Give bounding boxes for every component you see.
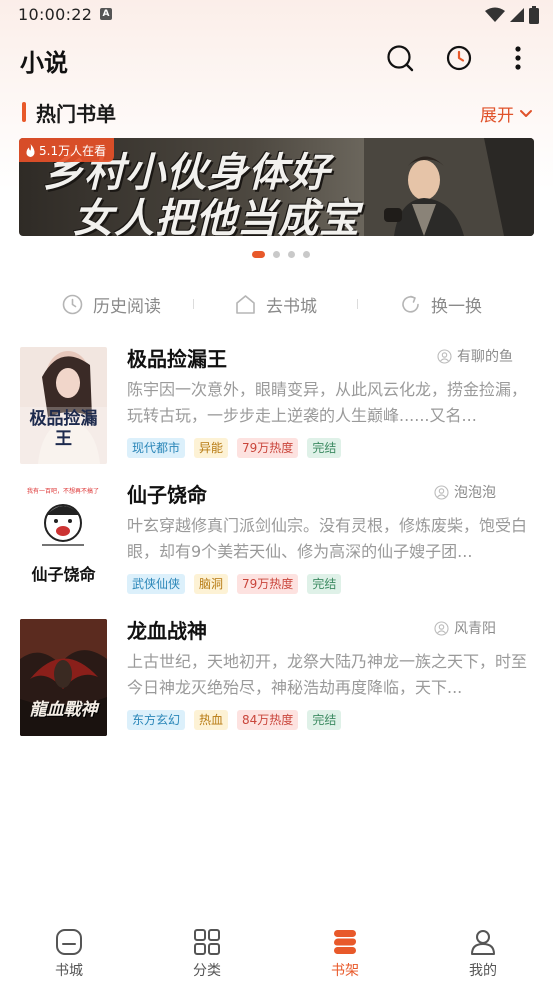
nav-label: 书架 — [331, 963, 359, 979]
banner[interactable]: 乡村小伙身体好 女人把他当成宝 5.1万人在看 — [19, 138, 534, 236]
theme-tag: 脑洞 — [194, 574, 229, 594]
book-item[interactable]: 龍血戰神 龙血战神 风青阳 上古世纪，天地初开，龙祭大陆乃神龙一族之天下，时至今… — [0, 619, 553, 737]
page-title: 小说 — [20, 49, 68, 77]
book-author: 风青阳 — [434, 618, 496, 638]
search-icon — [387, 45, 414, 72]
pagination-dot[interactable] — [272, 251, 280, 258]
bookstore-icon — [56, 929, 82, 955]
home-icon — [236, 294, 255, 314]
book-item[interactable]: 我有一百吧，不想再不搞了 仙子饶命 仙子饶命 泡泡泡 叶玄穿越修真门派剑仙宗。没… — [0, 483, 553, 601]
book-cover[interactable]: 极品捡漏王 — [20, 347, 107, 464]
nav-item-bookshelf[interactable]: 书架 — [310, 928, 380, 980]
refresh-label: 换一换 — [431, 296, 482, 317]
book-description: 陈宇因一次意外，眼睛变异，从此风云化龙，捞金捡漏，玩转古玩，一步步走上逆袭的人生… — [127, 380, 527, 425]
battery-icon — [529, 6, 539, 24]
viewers-count: 5.1万人在看 — [39, 143, 107, 158]
expand-label: 展开 — [480, 106, 514, 126]
profile-icon — [471, 930, 495, 955]
book-author: 有聊的鱼 — [437, 346, 513, 366]
status-tag: 完结 — [307, 438, 342, 458]
cover-title: 极品捡漏王 — [29, 409, 98, 449]
banner-pagination — [4, 251, 553, 258]
popularity-tag: 79万热度 — [237, 438, 299, 458]
nav-item-profile[interactable]: 我的 — [448, 928, 518, 980]
book-title[interactable]: 龙血战神 — [127, 615, 207, 644]
refresh-icon — [402, 295, 419, 313]
book-tags: 武侠仙侠 脑洞 79万热度 完结 — [127, 574, 342, 594]
svg-text:我有一百吧，不想再不搞了: 我有一百吧，不想再不搞了 — [27, 487, 99, 495]
theme-tag: 异能 — [194, 438, 229, 458]
history-reading-button[interactable]: 历史阅读 — [62, 288, 161, 320]
status-tag: 完结 — [307, 710, 342, 730]
nav-item-category[interactable]: 分类 — [172, 928, 242, 980]
wifi-icon — [485, 7, 505, 22]
cover-title: 仙子饶命 — [31, 565, 96, 584]
author-icon — [434, 620, 449, 636]
status-bar: 10:00:22 A — [0, 0, 553, 32]
nav-label: 我的 — [469, 963, 497, 979]
pagination-dot[interactable] — [287, 251, 295, 258]
history-reading-label: 历史阅读 — [93, 296, 161, 317]
more-button[interactable] — [502, 42, 534, 74]
book-cover[interactable]: 我有一百吧，不想再不搞了 仙子饶命 — [20, 483, 107, 600]
pagination-dot[interactable] — [302, 251, 310, 258]
book-item[interactable]: 极品捡漏王 极品捡漏王 有聊的鱼 陈宇因一次意外，眼睛变异，从此风云化龙，捞金捡… — [0, 347, 553, 465]
status-icons — [485, 5, 539, 25]
book-description: 叶玄穿越修真门派剑仙宗。没有灵根，修炼废柴，饱受白眼，却有9个美若天仙、修为高深… — [127, 516, 527, 561]
author-name: 泡泡泡 — [454, 485, 496, 501]
divider — [357, 299, 358, 309]
status-time: 10:00:22 — [18, 5, 93, 24]
book-author: 泡泡泡 — [434, 482, 496, 502]
nav-label: 分类 — [193, 963, 221, 979]
viewers-badge: 5.1万人在看 — [19, 138, 115, 162]
book-title[interactable]: 仙子饶命 — [127, 479, 207, 508]
section-accent-bar — [22, 102, 26, 122]
popularity-tag: 79万热度 — [237, 574, 299, 594]
theme-tag: 热血 — [194, 710, 229, 730]
cover-title: 龍血戰神 — [29, 700, 98, 720]
signal-icon — [510, 8, 524, 22]
search-button[interactable] — [384, 42, 416, 74]
pagination-dot-active[interactable] — [251, 251, 265, 258]
banner-person-image — [364, 138, 534, 236]
nav-item-bookstore[interactable]: 书城 — [34, 928, 104, 980]
author-name: 有聊的鱼 — [457, 349, 513, 365]
author-icon — [434, 484, 449, 500]
genre-tag: 武侠仙侠 — [127, 574, 186, 594]
banner-headline-2: 女人把他当成宝 — [73, 196, 360, 236]
section-title: 热门书单 — [36, 102, 116, 126]
clock-icon — [62, 294, 83, 314]
author-icon — [437, 348, 452, 364]
bottom-navigation: 书城 分类 书架 我的 — [0, 920, 553, 984]
author-name: 风青阳 — [454, 621, 496, 637]
book-description: 上古世纪，天地初开，龙祭大陆乃神龙一族之天下，时至今日神龙灭绝殆尽，神秘浩劫再度… — [127, 652, 527, 697]
book-title[interactable]: 极品捡漏王 — [127, 343, 227, 372]
nav-label: 书城 — [55, 963, 83, 979]
category-grid-icon — [194, 929, 220, 955]
book-tags: 东方玄幻 热血 84万热度 完结 — [127, 710, 342, 730]
notification-icon: A — [100, 8, 112, 20]
divider — [193, 299, 194, 309]
book-cover[interactable]: 龍血戰神 — [20, 619, 107, 736]
genre-tag: 现代都市 — [127, 438, 186, 458]
fire-icon — [26, 143, 35, 157]
expand-button[interactable]: 展开 — [480, 101, 533, 126]
popularity-tag: 84万热度 — [237, 710, 299, 730]
history-button[interactable] — [443, 42, 475, 74]
go-bookstore-button[interactable]: 去书城 — [235, 288, 317, 320]
genre-tag: 东方玄幻 — [127, 710, 186, 730]
status-tag: 完结 — [307, 574, 342, 594]
refresh-button[interactable]: 换一换 — [400, 288, 482, 320]
clock-icon — [446, 45, 472, 71]
go-bookstore-label: 去书城 — [266, 296, 317, 317]
chevron-down-icon — [520, 109, 532, 117]
book-tags: 现代都市 异能 79万热度 完结 — [127, 438, 342, 458]
bookshelf-icon — [333, 930, 357, 954]
more-vertical-icon — [515, 46, 521, 70]
